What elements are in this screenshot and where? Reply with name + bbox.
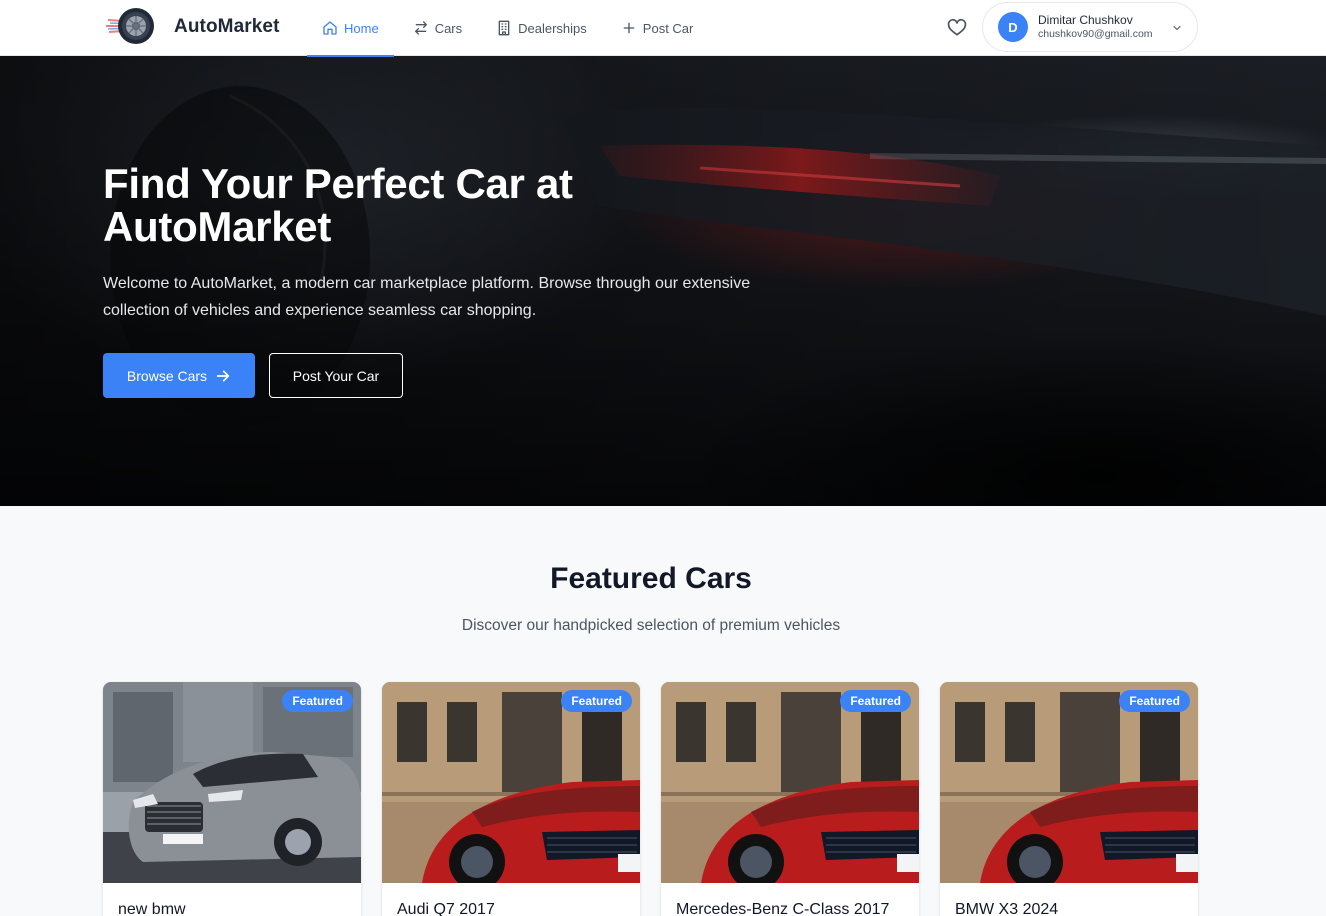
featured-badge: Featured xyxy=(561,690,632,712)
chevron-down-icon xyxy=(1173,25,1181,31)
nav-dealerships-label: Dealerships xyxy=(518,20,587,36)
featured-subtitle: Discover our handpicked selection of pre… xyxy=(461,617,841,634)
nav-post-car[interactable]: Post Car xyxy=(606,0,709,56)
favorites-button[interactable] xyxy=(944,15,970,41)
user-name: Dimitar Chushkov xyxy=(1038,12,1133,27)
nav-dealerships[interactable]: Dealerships xyxy=(481,0,602,56)
featured-badge: Featured xyxy=(840,690,911,712)
user-info: Dimitar Chushkov chushkov90@gmail.com xyxy=(1038,13,1153,41)
car-image: Featured xyxy=(382,682,640,883)
car-title: Mercedes-Benz C-Class 2017 xyxy=(676,901,890,916)
nav-home[interactable]: Home xyxy=(307,0,394,57)
browse-cars-button[interactable]: Browse Cars xyxy=(103,353,255,398)
featured-badge: Featured xyxy=(282,690,353,712)
nav-cars-label: Cars xyxy=(434,20,463,36)
browse-cars-label: Browse Cars xyxy=(126,367,208,384)
user-menu-button[interactable]: D Dimitar Chushkov chushkov90@gmail.com xyxy=(982,2,1198,52)
building-icon xyxy=(498,20,510,36)
post-your-car-button[interactable]: Post Your Car xyxy=(269,353,403,398)
car-card[interactable]: Featured Mercedes-Benz C-Class 2017 xyxy=(661,682,919,916)
featured-title: Featured Cars xyxy=(550,562,752,595)
arrows-swap-icon xyxy=(414,21,427,35)
car-card[interactable]: Featured Audi Q7 2017 xyxy=(382,682,640,916)
post-your-car-label: Post Your Car xyxy=(292,367,380,384)
brand-name: AutoMarket xyxy=(174,16,280,37)
arrow-right-icon xyxy=(216,370,230,381)
heart-icon xyxy=(947,18,967,36)
car-title: new bmw xyxy=(118,901,186,916)
hero-banner: Find Your Perfect Car at AutoMarket Welc… xyxy=(0,56,1326,506)
car-image: Featured xyxy=(661,682,919,883)
user-email: chushkov90@gmail.com xyxy=(1038,27,1153,40)
top-navbar: AutoMarket Home Cars Dealerships Post Ca… xyxy=(0,0,1326,57)
home-icon xyxy=(323,21,337,35)
hero-title: Find Your Perfect Car at AutoMarket xyxy=(103,160,573,250)
featured-badge: Featured xyxy=(1119,690,1190,712)
car-title: Audi Q7 2017 xyxy=(397,901,495,916)
main-nav: Home Cars Dealerships Post Car xyxy=(307,0,709,57)
avatar: D xyxy=(998,12,1028,42)
car-card[interactable]: Featured new bmw xyxy=(103,682,361,916)
car-title: BMW X3 2024 xyxy=(955,901,1059,916)
car-card[interactable]: Featured BMW X3 2024 xyxy=(940,682,1198,916)
plus-icon xyxy=(623,22,635,34)
tire-logo-icon xyxy=(106,4,156,50)
nav-home-label: Home xyxy=(344,20,379,36)
brand-logo[interactable]: AutoMarket xyxy=(106,4,280,50)
car-image: Featured xyxy=(940,682,1198,883)
hero-subtitle: Welcome to AutoMarket, a modern car mark… xyxy=(103,275,751,319)
nav-cars[interactable]: Cars xyxy=(398,0,477,56)
nav-post-car-label: Post Car xyxy=(642,20,694,36)
car-image: Featured xyxy=(103,682,361,883)
